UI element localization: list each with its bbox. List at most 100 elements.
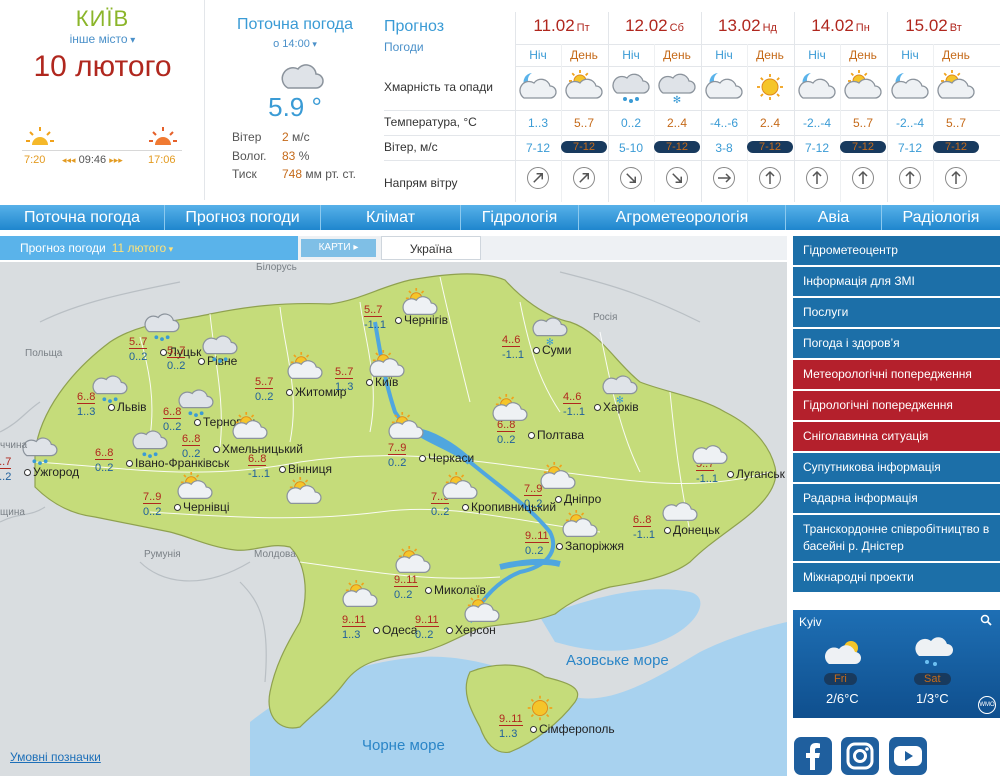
tab-maps[interactable]: КАРТИ ▸ <box>301 239 376 257</box>
sunrise-icon <box>26 127 54 145</box>
city-marker[interactable] <box>530 726 537 733</box>
forecast-day-header[interactable]: 13.02 Нд <box>701 16 794 36</box>
menu-item-6[interactable]: Авіа <box>786 205 882 230</box>
temperature-night: 1..3 <box>527 116 548 130</box>
svg-text:✻: ✻ <box>546 336 554 346</box>
temp-min: 0..2 <box>431 506 450 518</box>
city-marker[interactable] <box>286 389 293 396</box>
day-label: День <box>756 48 784 62</box>
forecast-day-header[interactable]: 15.02 Вт <box>887 16 980 36</box>
city-marker[interactable] <box>126 460 133 467</box>
humidity-value-wrap: 83 % <box>282 149 309 163</box>
youtube-icon[interactable] <box>888 736 928 776</box>
city-marker[interactable] <box>213 446 220 453</box>
forecast-subtitle: Погоди <box>384 40 424 54</box>
city-marker[interactable] <box>108 404 115 411</box>
column-divider <box>515 12 516 202</box>
city-marker[interactable] <box>727 471 734 478</box>
wind-direction-arrow-icon <box>620 167 642 189</box>
cloud-snow-icon: ✻ <box>600 372 640 405</box>
city-marker[interactable] <box>462 504 469 511</box>
tab-region[interactable]: Україна <box>381 236 481 260</box>
tab-forecast[interactable]: Прогноз погоди 11 лютого <box>0 236 298 260</box>
side-nav-item[interactable]: Інформація для ЗМІ <box>793 267 1000 298</box>
wmo-widget[interactable]: Kyiv Fri Sat 2/6°C 1/3°C WMO <box>793 610 1000 718</box>
side-nav-item[interactable]: Метеорологічні попередження <box>793 360 1000 391</box>
legend-link[interactable]: Умовні позначки <box>10 750 101 764</box>
forecast-day-header[interactable]: 12.02 Сб <box>608 16 701 36</box>
city-label[interactable]: Одеса <box>382 623 417 637</box>
forecast-day-header[interactable]: 11.02 Пт <box>515 16 608 36</box>
forecast-date-select[interactable]: 11 лютого <box>112 241 173 255</box>
city-marker[interactable] <box>555 496 562 503</box>
city-label[interactable]: Черкаси <box>428 451 474 465</box>
city-marker[interactable] <box>174 504 181 511</box>
city-marker[interactable] <box>528 432 535 439</box>
sun-cloud-icon <box>538 462 578 494</box>
city-label[interactable]: Кропивницький <box>471 500 556 514</box>
side-nav-item[interactable]: Транскордонне співробітництво в басейні … <box>793 515 1000 563</box>
wind-speed-day: 7-12 <box>561 141 607 153</box>
side-nav-item[interactable]: Гідрологічні попередження <box>793 391 1000 422</box>
temp-max: 5..7 <box>0 456 12 469</box>
instagram-icon[interactable] <box>840 736 880 776</box>
sun-icon <box>750 70 790 104</box>
city-marker[interactable] <box>556 543 563 550</box>
map-tabbar: Прогноз погоди 11 лютого КАРТИ ▸ Україна <box>0 236 787 260</box>
side-nav-item[interactable]: Погода і здоров’я <box>793 329 1000 360</box>
humidity-label: Волог. <box>232 149 267 163</box>
city-marker[interactable] <box>194 419 201 426</box>
temp-min: 0..2 <box>525 545 544 557</box>
sun-cloud-icon <box>440 472 480 504</box>
city-marker[interactable] <box>279 466 286 473</box>
wind-row: Вітер 2 м/с <box>232 130 310 144</box>
city-marker[interactable] <box>373 627 380 634</box>
side-nav-item[interactable]: Послуги <box>793 298 1000 329</box>
city-label[interactable]: Сімферополь <box>539 722 615 736</box>
menu-item-1[interactable]: Поточна погода <box>0 205 165 230</box>
temp-min: -1..1 <box>502 349 525 361</box>
menu-item-4[interactable]: Гідрологія <box>461 205 579 230</box>
menu-item-5[interactable]: Агрометеорологія <box>579 205 786 230</box>
forecast-day-header[interactable]: 14.02 Пн <box>794 16 887 36</box>
city-marker[interactable] <box>24 469 31 476</box>
temperature-day: 5..7 <box>573 116 594 130</box>
wind-speed-night: 3-8 <box>715 141 733 155</box>
menu-item-3[interactable]: Клімат <box>321 205 461 230</box>
city-marker[interactable] <box>533 347 540 354</box>
widget-temp-1: 2/6°C <box>826 691 859 706</box>
wind-direction-arrow-icon <box>713 167 735 189</box>
city-marker[interactable] <box>160 349 167 356</box>
menu-item-2[interactable]: Прогноз погоди <box>165 205 321 230</box>
sun-cloud-icon <box>393 546 433 578</box>
side-nav-item[interactable]: Сніголавинна ситуація <box>793 422 1000 453</box>
country-label-partial: ччина <box>0 440 28 451</box>
sun-cloud-icon <box>340 580 380 612</box>
city-name[interactable]: КИЇВ <box>0 6 205 32</box>
wind-direction-arrow-icon <box>573 167 595 189</box>
city-label[interactable]: Луганськ <box>736 467 785 481</box>
city-marker[interactable] <box>425 587 432 594</box>
search-icon[interactable] <box>980 614 992 626</box>
temperature-night: -2..-4 <box>895 116 924 130</box>
city-marker[interactable] <box>594 404 601 411</box>
side-nav-item[interactable]: Міжнародні проекти <box>793 563 1000 594</box>
city-label[interactable]: Вінниця <box>288 462 332 476</box>
city-marker[interactable] <box>446 627 453 634</box>
city-label[interactable]: Ужгород <box>33 465 79 479</box>
forecast-date: 15.02 <box>905 16 948 35</box>
side-nav-item[interactable]: Гідрометеоцентр <box>793 236 1000 267</box>
day-label: День <box>942 48 970 62</box>
menu-item-7[interactable]: Радіологія <box>882 205 1000 230</box>
facebook-icon[interactable] <box>793 736 833 776</box>
side-nav-item[interactable]: Радарна інформація <box>793 484 1000 515</box>
forecast-date: 11.02 <box>533 16 575 35</box>
city-marker[interactable] <box>664 527 671 534</box>
side-nav-item[interactable]: Супутникова інформація <box>793 453 1000 484</box>
city-marker[interactable] <box>419 455 426 462</box>
city-label[interactable]: Дніпро <box>564 492 601 506</box>
city-label[interactable]: Полтава <box>537 428 584 442</box>
current-time-select[interactable]: о 14:00 <box>210 38 380 50</box>
wind-unit: м/с <box>288 130 310 144</box>
change-city-link[interactable]: інше місто <box>0 32 205 46</box>
